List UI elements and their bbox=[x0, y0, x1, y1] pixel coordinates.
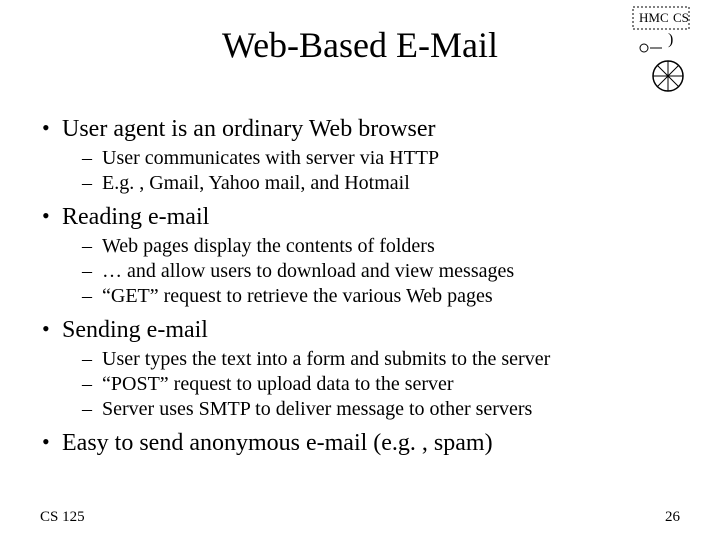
sub-bullet-item: “GET” request to retrieve the various We… bbox=[62, 284, 680, 309]
sub-bullet-item: E.g. , Gmail, Yahoo mail, and Hotmail bbox=[62, 171, 680, 196]
footer-page-number: 26 bbox=[665, 509, 680, 526]
bullet-text: Reading e-mail bbox=[62, 204, 209, 230]
corner-logo: HMC CS ) bbox=[632, 6, 710, 92]
slide-title: Web-Based E-Mail bbox=[0, 24, 720, 66]
slide: Web-Based E-Mail HMC CS ) User agent is … bbox=[0, 0, 720, 540]
sub-bullet-item: “POST” request to upload data to the ser… bbox=[62, 372, 680, 397]
bullet-text: Easy to send anonymous e-mail (e.g. , sp… bbox=[62, 430, 493, 456]
sub-bullet-item: User communicates with server via HTTP bbox=[62, 146, 680, 171]
bullet-item: Reading e-mail Web pages display the con… bbox=[40, 202, 680, 309]
footer-course: CS 125 bbox=[40, 509, 85, 526]
sub-bullet-item: Web pages display the contents of folder… bbox=[62, 234, 680, 259]
logo-text-hmc: HMC bbox=[639, 10, 669, 25]
sub-bullet-item: Server uses SMTP to deliver message to o… bbox=[62, 397, 680, 422]
sub-bullet-item: User types the text into a form and subm… bbox=[62, 347, 680, 372]
svg-text:): ) bbox=[668, 31, 673, 48]
bullet-item: Sending e-mail User types the text into … bbox=[40, 315, 680, 422]
sub-bullet-item: … and allow users to download and view m… bbox=[62, 259, 680, 284]
bullet-item: Easy to send anonymous e-mail (e.g. , sp… bbox=[40, 428, 680, 458]
slide-body: User agent is an ordinary Web browser Us… bbox=[40, 108, 680, 458]
logo-text-cs: CS bbox=[673, 10, 689, 25]
bullet-text: Sending e-mail bbox=[62, 317, 208, 343]
bullet-text: User agent is an ordinary Web browser bbox=[62, 116, 436, 142]
bullet-item: User agent is an ordinary Web browser Us… bbox=[40, 114, 680, 196]
